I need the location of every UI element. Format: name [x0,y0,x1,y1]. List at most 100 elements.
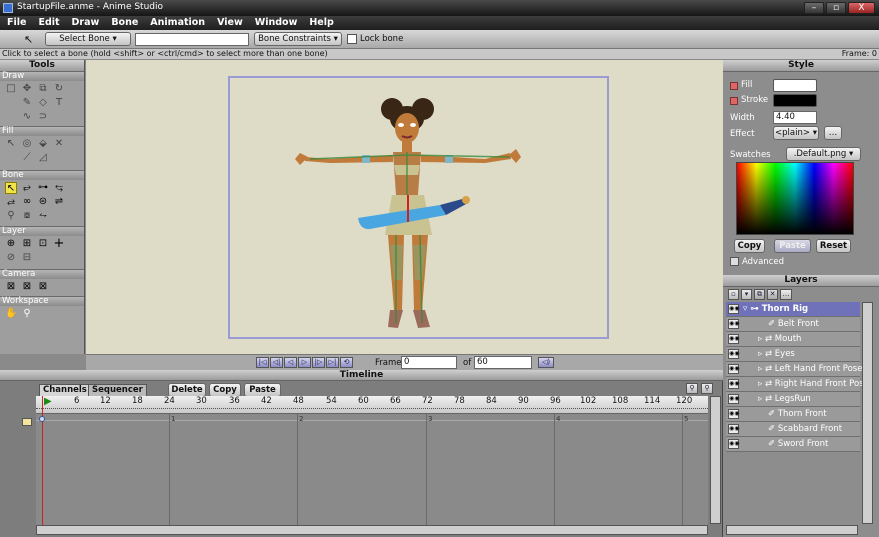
shape-icon[interactable]: ◇ [37,97,49,109]
select-bone-dropdown[interactable]: Select Bone ▾ [45,32,131,46]
add-bone-icon[interactable]: ⊶ [37,182,49,194]
flip-layer-icon[interactable]: ⊟ [21,252,33,264]
line-width-input[interactable]: 4.40 [773,111,817,124]
translate-points-icon[interactable]: ✥ [21,83,33,95]
effect-more-button[interactable]: … [824,126,842,140]
track-camera-icon[interactable]: ⊠ [5,281,17,293]
select-shape-icon[interactable]: ↖ [5,138,17,150]
visibility-eye-icon[interactable]: ◉◉ [728,409,739,419]
curvature-icon[interactable]: ∿ [21,111,33,123]
step-forward-button[interactable]: |▷ [312,357,325,368]
menu-edit[interactable]: Edit [31,16,64,28]
close-button[interactable]: X [848,2,875,14]
sound-button[interactable]: ◁) [538,357,554,368]
rewind-button[interactable]: |◁ [256,357,269,368]
menu-bone[interactable]: Bone [104,16,143,28]
menu-animation[interactable]: Animation [143,16,210,28]
delete-keys-button[interactable]: Delete [168,383,206,397]
stroke-checkbox[interactable] [730,97,738,105]
play-backward-button[interactable]: ◁ [284,357,297,368]
layers-vertical-scrollbar[interactable] [862,302,873,524]
layer-row-sword-front[interactable]: ◉◉ ✐ Sword Front [726,437,860,452]
delete-layer-icon[interactable]: ✕ [767,289,778,300]
reset-style-button[interactable]: Reset [816,239,851,253]
paint-bucket-icon[interactable]: ⬙ [37,138,49,150]
play-button[interactable]: ▷ [298,357,311,368]
text-icon[interactable]: T [53,97,65,109]
color-swatch-palette[interactable] [736,162,854,235]
bone-strength-icon[interactable]: ⥄ [5,196,17,208]
paste-style-button[interactable]: Paste [774,239,811,253]
copy-style-button[interactable]: Copy [734,239,765,253]
step-back-button[interactable]: ◁| [270,357,283,368]
visibility-eye-icon[interactable]: ◉◉ [728,304,739,314]
offset-bone-icon[interactable]: ⚲ [5,210,17,222]
add-point-icon[interactable]: □ [5,83,17,95]
effect-dropdown[interactable]: <plain> ▾ [773,126,819,140]
fill-color-swatch[interactable] [773,79,817,92]
hide-edge-icon[interactable]: ◿ [37,152,49,164]
layer-row-left-hand[interactable]: ◉◉ ▹ ⇄ Left Hand Front Pose [726,362,862,377]
rotate-points-icon[interactable]: ↻ [53,83,65,95]
bone-physics-icon[interactable]: ⧇ [21,210,33,222]
bone-constraints-dropdown[interactable]: Bone Constraints ▾ [254,32,342,46]
layer-row-right-hand[interactable]: ◉◉ ▹ ⇄ Right Hand Front Pos [726,377,864,392]
frame-input[interactable]: 0 [401,356,457,369]
stroke-color-swatch[interactable] [773,94,817,107]
menu-draw[interactable]: Draw [65,16,105,28]
duplicate-layer-icon[interactable]: ⧉ [754,289,765,300]
menu-view[interactable]: View [210,16,248,28]
layer-row-thorn-rig[interactable]: ◉◉ ▿ ⊶ Thorn Rig [726,302,860,317]
zoom-icon[interactable]: ⚲ [21,308,33,320]
magnet-icon[interactable]: ⊃ [37,111,49,123]
add-layer-plus-icon[interactable]: + [53,237,65,250]
bone-name-field[interactable] [135,33,249,46]
visibility-eye-icon[interactable]: ◉◉ [728,379,739,389]
new-layer-menu-icon[interactable]: ▾ [741,289,752,300]
tab-sequencer[interactable]: Sequencer [88,384,147,396]
current-frame-marker-icon[interactable]: ▶ [44,396,52,407]
visibility-eye-icon[interactable]: ◉◉ [728,364,739,374]
visibility-eye-icon[interactable]: ◉◉ [728,319,739,329]
set-origin-icon[interactable]: ⊕ [5,238,17,250]
tab-channels[interactable]: Channels [39,384,91,396]
layer-row-mouth[interactable]: ◉◉ ▹ ⇄ Mouth [726,332,860,347]
scale-points-icon[interactable]: ⧉ [37,83,49,95]
menu-file[interactable]: File [0,16,31,28]
swatches-dropdown[interactable]: .Default.png ▾ [786,147,861,161]
reparent-bone-icon[interactable]: ⥃ [53,182,65,194]
minimize-button[interactable]: – [804,2,824,14]
delete-shape-icon[interactable]: ✕ [53,138,65,150]
visibility-eye-icon[interactable]: ◉◉ [728,424,739,434]
bone-scale-icon[interactable]: ⥊ [37,210,49,222]
create-shape-icon[interactable]: ◎ [21,138,33,150]
visibility-eye-icon[interactable]: ◉◉ [728,439,739,449]
timeline-tracks[interactable]: 1 2 3 4 5 [36,396,708,525]
pan-hand-icon[interactable]: ✋ [5,308,17,320]
copy-keys-button[interactable]: Copy [209,383,241,397]
layer-row-scabbard-front[interactable]: ◉◉ ✐ Scabbard Front [726,422,860,437]
paste-keys-button[interactable]: Paste [244,383,281,397]
keyframe-marker[interactable] [39,416,45,422]
rotate-layer-icon[interactable]: ⊘ [5,252,17,264]
roll-camera-icon[interactable]: ⊠ [37,281,49,293]
bind-points-icon[interactable]: ⇌ [53,196,65,208]
visibility-eye-icon[interactable]: ◉◉ [728,394,739,404]
zoom-out-timeline-icon[interactable]: ⚲ [686,383,698,394]
loop-button[interactable]: ⟲ [340,357,353,368]
timeline-horizontal-scrollbar[interactable] [36,525,708,535]
translate-layer-icon[interactable]: ⊞ [21,238,33,250]
freehand-icon[interactable]: ✎ [21,97,33,109]
maximize-button[interactable]: ▫ [826,2,846,14]
advanced-checkbox[interactable] [730,257,739,266]
character-rig-image[interactable] [290,95,530,330]
visibility-eye-icon[interactable]: ◉◉ [728,349,739,359]
fill-checkbox[interactable] [730,82,738,90]
zoom-in-timeline-icon[interactable]: ⚲ [701,383,713,394]
timeline-vertical-scrollbar[interactable] [710,396,721,524]
select-bone-icon[interactable]: ↖ [5,182,17,194]
visibility-eye-icon[interactable]: ◉◉ [728,334,739,344]
zoom-camera-icon[interactable]: ⊠ [21,281,33,293]
frame-ruler[interactable]: ▶ 6 12 18 24 30 36 42 48 54 60 66 72 78 … [36,396,708,414]
lock-bone-checkbox[interactable] [347,34,357,44]
